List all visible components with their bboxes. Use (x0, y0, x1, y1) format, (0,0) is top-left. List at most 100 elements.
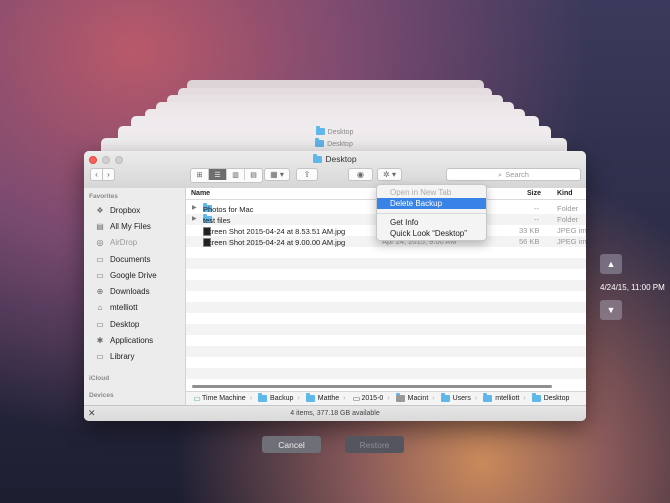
folder-icon (258, 393, 268, 402)
path-item[interactable]: ▭ Time Machine (186, 394, 245, 403)
file-kind: Folder (557, 215, 579, 224)
sidebar-item-airdrop[interactable]: ◎ AirDrop (95, 236, 138, 248)
google-drive-icon: ▭ (96, 270, 104, 280)
empty-row (186, 247, 586, 258)
window-title: Desktop (84, 154, 586, 164)
chevron-up-icon: ▲ (606, 259, 616, 269)
share-button[interactable]: ⇪ (296, 168, 318, 181)
empty-row (186, 269, 586, 280)
search-placeholder: Search (505, 170, 529, 179)
column-kind[interactable]: Kind (557, 190, 573, 197)
file-kind: JPEG im (557, 226, 586, 235)
folder-icon (531, 393, 541, 402)
icloud-header: iCloud (89, 375, 110, 382)
forward-button[interactable]: › (102, 168, 115, 181)
folder-icon (315, 138, 325, 147)
menu-separator (377, 213, 486, 214)
sidebar-item-desktop[interactable]: ▭ Desktop (95, 318, 139, 330)
search-field[interactable]: ⌕ Search (446, 168, 581, 181)
sidebar-item-library[interactable]: ▭ Library (95, 350, 134, 362)
list-view-button[interactable]: ☰ (209, 169, 227, 180)
search-icon: ⌕ (498, 169, 503, 179)
quicklook-button[interactable]: ◉ (348, 168, 373, 181)
action-button[interactable]: ✲ ▾ (377, 168, 402, 181)
icon-view-button[interactable]: ⊞ (191, 169, 209, 180)
sidebar-item-downloads[interactable]: ⊕ Downloads (95, 285, 150, 297)
backup-date: 4/24/15, 11:00 PM (600, 283, 665, 292)
share-icon: ⇪ (303, 170, 311, 179)
timeline-down-button[interactable]: ▼ (600, 300, 622, 320)
file-kind: JPEG im (557, 237, 586, 246)
empty-row (186, 291, 586, 302)
folder-icon (313, 154, 323, 163)
file-size: 56 KB (519, 237, 540, 246)
disclosure-triangle-icon[interactable]: ▶ (192, 215, 197, 222)
path-item[interactable]: Matthe (300, 393, 339, 402)
devices-header: Devices (89, 392, 114, 399)
sidebar-item-dropbox[interactable]: ❖ Dropbox (95, 204, 140, 216)
downloads-icon: ⊕ (96, 286, 104, 296)
path-item[interactable]: Desktop (526, 393, 569, 402)
path-item[interactable]: Backup (252, 393, 293, 402)
path-bar: ▭ Time Machine › Backup › Matthe › ▭ 2015-0 › … (186, 391, 586, 405)
empty-row (186, 346, 586, 357)
empty-row (186, 357, 586, 368)
file-size: 33 KB (519, 226, 540, 235)
empty-row (186, 280, 586, 291)
file-name: Photos for Mac (203, 205, 254, 214)
sidebar-item-documents[interactable]: ▭ Documents (95, 253, 150, 265)
applications-icon: ✱ (96, 335, 104, 345)
finder-window: Desktop ‹ › ⊞ ☰ ▥ ▤ ▦ ▾ ⇪ ◉ ✲ ▾ ⌕ Search … (84, 151, 586, 421)
column-size[interactable]: Size (527, 190, 541, 197)
time-machine-icon: ▭ (193, 394, 201, 403)
all-files-icon: ▤ (96, 221, 104, 231)
folder-icon (315, 126, 325, 135)
sidebar: Favorites ❖ Dropbox ▤ All My Files ◎ AirDro… (84, 188, 186, 421)
disclosure-triangle-icon[interactable]: ▶ (192, 204, 197, 211)
path-item[interactable]: Users (435, 393, 471, 402)
restore-button[interactable]: Restore (345, 436, 404, 453)
history-window: Desktop (101, 138, 567, 152)
arrange-button[interactable]: ▦ ▾ (264, 168, 290, 181)
column-name[interactable]: Name (191, 190, 210, 197)
folder-icon (395, 393, 405, 402)
horizontal-scrollbar[interactable] (192, 385, 552, 388)
sidebar-item-google-drive[interactable]: ▭ Google Drive (95, 269, 156, 281)
menu-item-delete-backup[interactable]: Delete Backup (377, 198, 486, 209)
folder-icon (305, 393, 315, 402)
chevron-left-icon: ‹ (95, 170, 98, 179)
chevron-down-icon: ▼ (606, 305, 616, 315)
empty-row (186, 313, 586, 324)
coverflow-view-button[interactable]: ▤ (245, 169, 262, 180)
menu-item-get-info[interactable]: Get Info (377, 217, 486, 228)
sidebar-item-all-my-files[interactable]: ▤ All My Files (95, 220, 151, 232)
folder-icon: ▭ (96, 351, 104, 361)
file-size: -- (534, 215, 539, 224)
file-name: Screen Shot 2015-04-24 at 9.00.00 AM.jpg (203, 238, 346, 247)
path-item[interactable]: Macint (390, 393, 428, 402)
airdrop-icon: ◎ (96, 237, 104, 247)
file-kind: Folder (557, 204, 579, 213)
file-name: test files (203, 216, 231, 225)
ghost-window-title: Desktop (327, 129, 354, 136)
column-view-button[interactable]: ▥ (227, 169, 245, 180)
file-size: -- (534, 204, 539, 213)
file-name: Screen Shot 2015-04-24 at 8.53.51 AM.jpg (203, 227, 346, 236)
cancel-button[interactable]: Cancel (262, 436, 321, 453)
title-bar: Desktop ‹ › ⊞ ☰ ▥ ▤ ▦ ▾ ⇪ ◉ ✲ ▾ ⌕ Search (84, 151, 586, 189)
path-item[interactable]: mtelliott (477, 393, 519, 402)
home-icon: ⌂ (97, 302, 103, 312)
documents-icon: ▭ (96, 254, 104, 264)
empty-row (186, 368, 586, 379)
sidebar-item-mtelliott[interactable]: ⌂ mtelliott (95, 301, 138, 313)
timeline-up-button[interactable]: ▲ (600, 254, 622, 274)
menu-item-open-in-new-tab[interactable]: Open in New Tab (377, 187, 486, 198)
empty-row (186, 258, 586, 269)
path-item[interactable]: ▭ 2015-0 (346, 394, 384, 403)
sidebar-item-applications[interactable]: ✱ Applications (95, 334, 154, 346)
empty-row (186, 324, 586, 335)
desktop-icon: ▭ (96, 319, 104, 329)
dropbox-icon: ❖ (96, 205, 104, 215)
computer-icon: ▭ (352, 394, 361, 403)
menu-item-quick-look[interactable]: Quick Look “Desktop” (377, 228, 486, 239)
